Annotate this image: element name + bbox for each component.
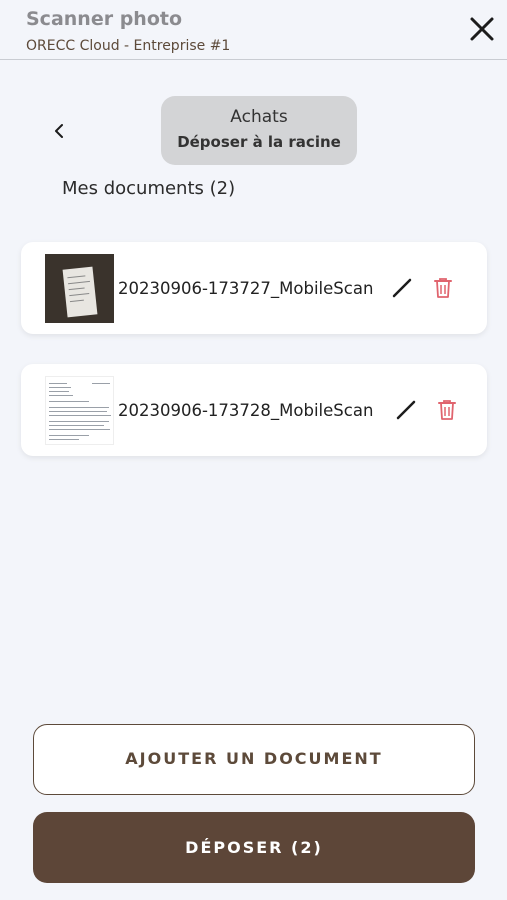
- submit-button[interactable]: DÉPOSER (2): [33, 812, 475, 883]
- delete-button[interactable]: [433, 276, 453, 300]
- app-subtitle: ORECC Cloud - Entreprise #1: [26, 38, 231, 54]
- trash-icon: [438, 400, 456, 420]
- add-document-button[interactable]: AJOUTER UN DOCUMENT: [33, 724, 475, 795]
- pencil-icon: [396, 400, 416, 420]
- chevron-left-icon: [55, 124, 63, 138]
- back-button[interactable]: [48, 119, 70, 143]
- trash-icon: [434, 278, 452, 298]
- edit-button[interactable]: [395, 399, 417, 421]
- document-name: 20230906-173728_MobileScan: [118, 401, 374, 420]
- close-icon: [470, 17, 494, 41]
- document-thumbnail[interactable]: [45, 376, 114, 445]
- close-button[interactable]: [469, 16, 495, 42]
- destination-folder-button[interactable]: Achats Déposer à la racine: [161, 96, 357, 165]
- document-thumbnail[interactable]: [45, 254, 114, 323]
- document-card: 20230906-173728_MobileScan: [21, 364, 487, 456]
- app-header: Scanner photo ORECC Cloud - Entreprise #…: [0, 0, 507, 60]
- document-card: 20230906-173727_MobileScan: [21, 242, 487, 334]
- document-name: 20230906-173727_MobileScan: [118, 279, 374, 298]
- folder-name: Achats: [230, 107, 288, 127]
- folder-action: Déposer à la racine: [177, 133, 341, 151]
- edit-button[interactable]: [391, 277, 413, 299]
- delete-button[interactable]: [437, 398, 457, 422]
- app-title: Scanner photo: [26, 8, 183, 30]
- documents-section-title: Mes documents (2): [62, 178, 236, 199]
- pencil-icon: [392, 278, 412, 298]
